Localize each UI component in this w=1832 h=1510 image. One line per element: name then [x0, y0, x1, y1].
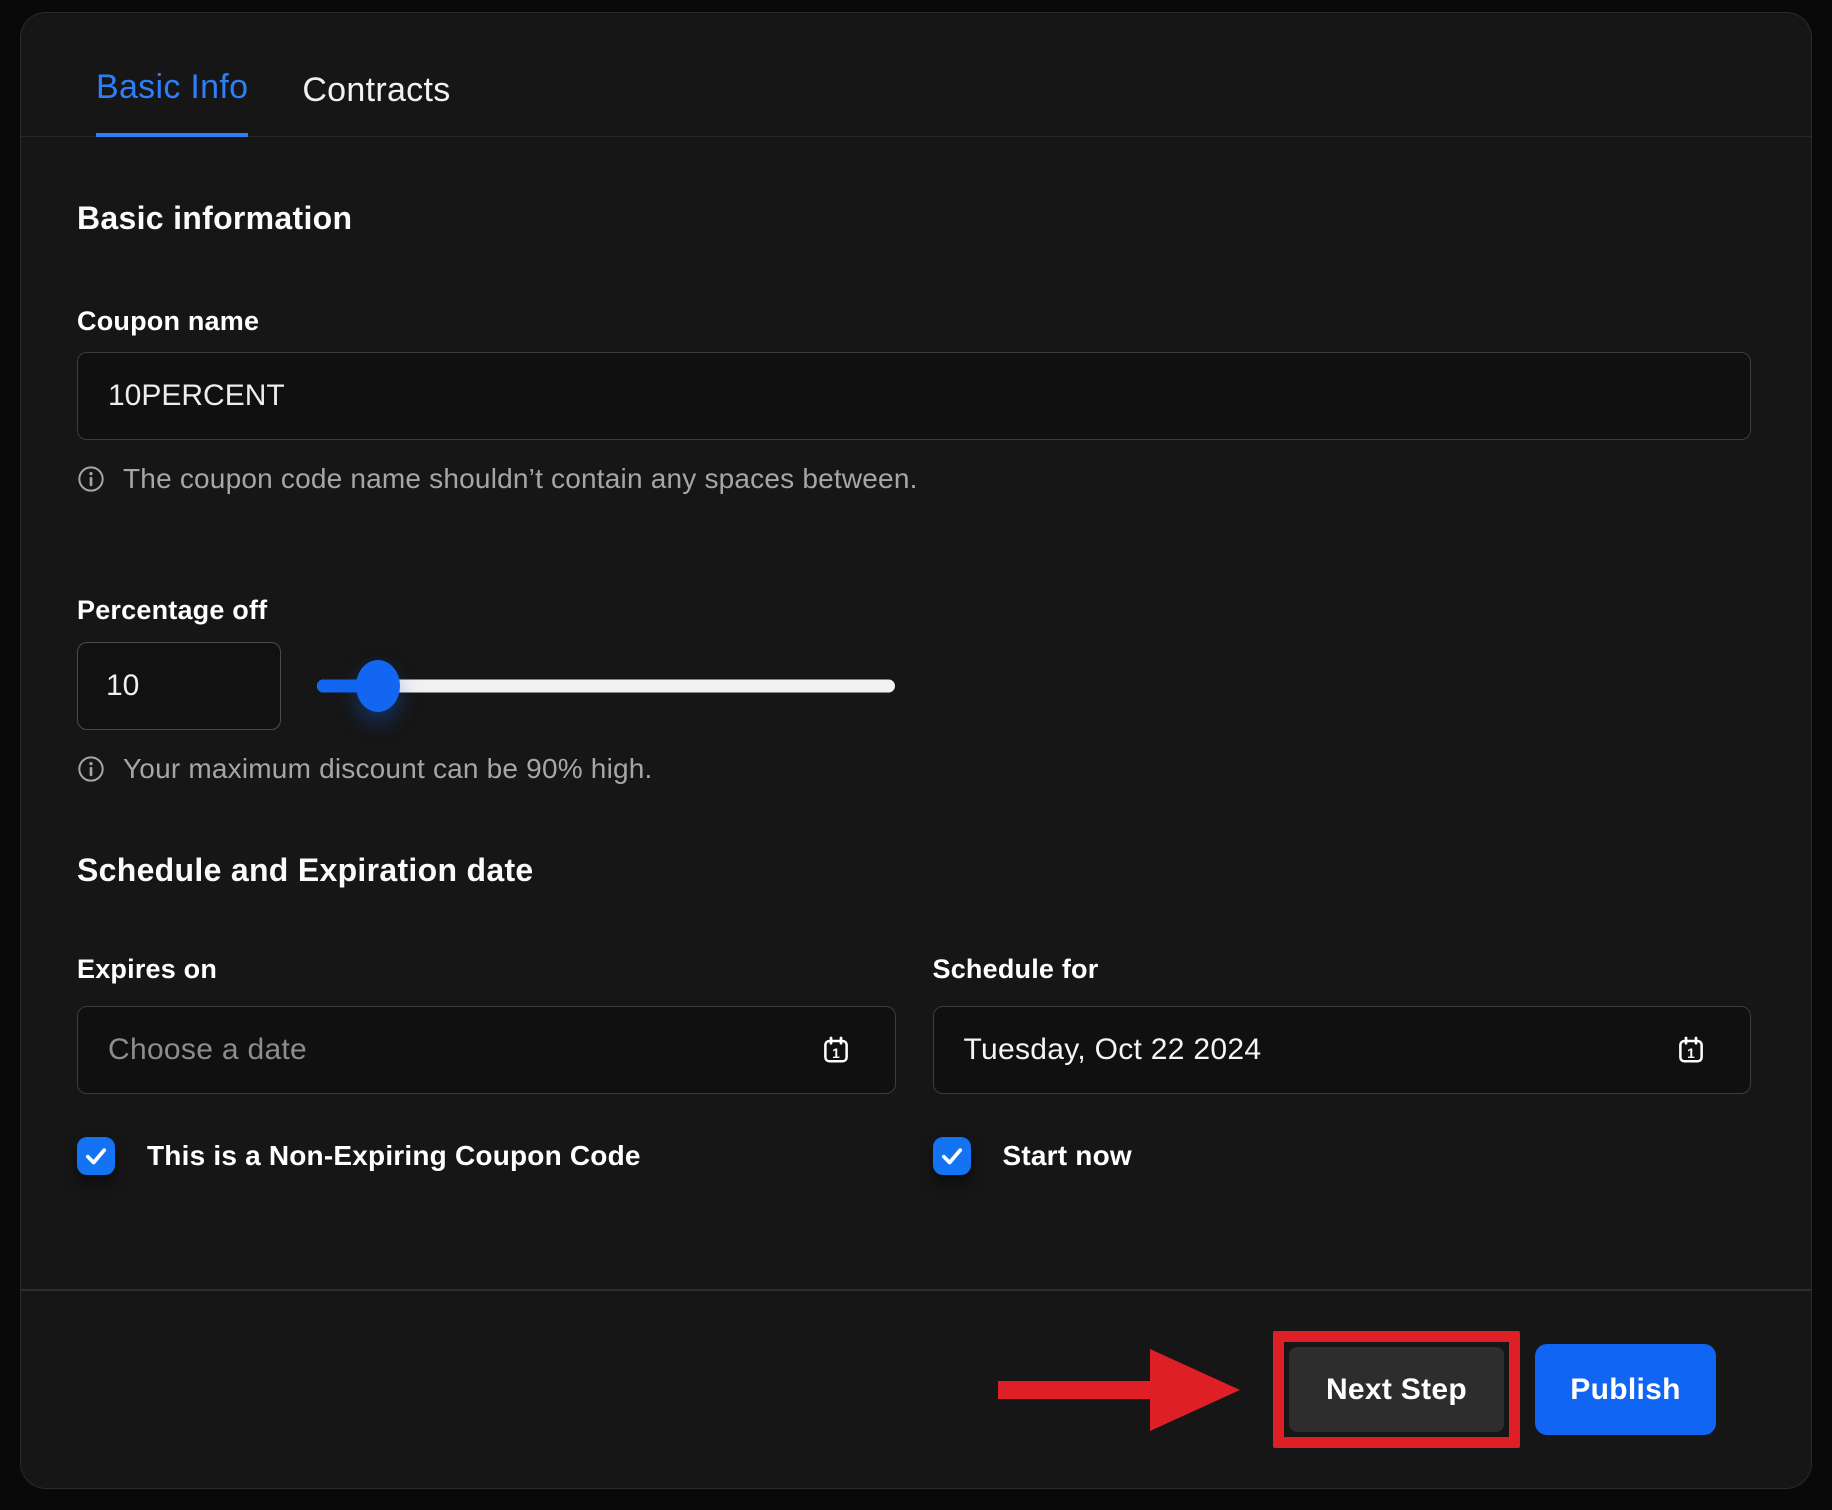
- percentage-help-text: Your maximum discount can be 90% high.: [123, 754, 653, 783]
- info-icon: [77, 755, 105, 783]
- slider-thumb[interactable]: [356, 660, 400, 712]
- non-expiring-checkbox-row: This is a Non-Expiring Coupon Code: [77, 1137, 896, 1175]
- svg-text:1: 1: [832, 1046, 840, 1061]
- non-expiring-checkbox[interactable]: [77, 1137, 115, 1175]
- slider-track[interactable]: [317, 680, 895, 693]
- start-now-checkbox-row: Start now: [933, 1137, 1752, 1175]
- red-highlight-annotation: Next Step: [1273, 1331, 1520, 1448]
- percentage-help-row: Your maximum discount can be 90% high.: [77, 754, 1751, 783]
- percentage-slider[interactable]: [317, 642, 895, 730]
- check-icon: [82, 1142, 110, 1170]
- start-now-checkbox[interactable]: [933, 1137, 971, 1175]
- expires-on-datepicker[interactable]: Choose a date 1: [77, 1006, 896, 1094]
- expires-on-placeholder: Choose a date: [108, 1033, 307, 1067]
- coupon-name-help-text: The coupon code name shouldn’t contain a…: [123, 464, 918, 493]
- percentage-off-label: Percentage off: [77, 595, 1751, 626]
- schedule-for-datepicker[interactable]: Tuesday, Oct 22 2024 1: [933, 1006, 1752, 1094]
- tab-basic-info[interactable]: Basic Info: [96, 68, 248, 137]
- tab-bar: Basic Info Contracts: [21, 13, 1811, 137]
- percentage-off-input[interactable]: [77, 642, 281, 730]
- form-content: Basic information Coupon name The coupon…: [21, 137, 1811, 1179]
- svg-text:1: 1: [1687, 1046, 1695, 1061]
- expires-on-column: Expires on Choose a date 1: [77, 954, 896, 1175]
- check-icon: [938, 1142, 966, 1170]
- expires-on-label: Expires on: [77, 954, 896, 985]
- publish-button[interactable]: Publish: [1535, 1344, 1716, 1435]
- calendar-icon[interactable]: 1: [1676, 1035, 1706, 1065]
- schedule-for-column: Schedule for Tuesday, Oct 22 2024 1: [933, 954, 1752, 1175]
- red-arrow-annotation: [998, 1347, 1240, 1433]
- tab-contracts[interactable]: Contracts: [302, 71, 450, 136]
- coupon-name-input[interactable]: [77, 352, 1751, 440]
- basic-information-title: Basic information: [77, 200, 1751, 236]
- footer-actions: Next Step Publish: [21, 1291, 1811, 1488]
- next-step-button[interactable]: Next Step: [1289, 1347, 1504, 1432]
- start-now-checkbox-label[interactable]: Start now: [1003, 1140, 1132, 1172]
- coupon-name-help-row: The coupon code name shouldn’t contain a…: [77, 464, 1751, 493]
- schedule-grid: Expires on Choose a date 1: [77, 954, 1751, 1175]
- info-icon: [77, 465, 105, 493]
- schedule-section-title: Schedule and Expiration date: [77, 852, 1751, 888]
- non-expiring-checkbox-label[interactable]: This is a Non-Expiring Coupon Code: [147, 1140, 641, 1172]
- schedule-for-value: Tuesday, Oct 22 2024: [964, 1033, 1262, 1067]
- coupon-name-label: Coupon name: [77, 306, 1751, 337]
- schedule-for-label: Schedule for: [933, 954, 1752, 985]
- percentage-off-row: [77, 642, 1751, 730]
- calendar-icon[interactable]: 1: [821, 1035, 851, 1065]
- coupon-form-card: Basic Info Contracts Basic information C…: [20, 12, 1812, 1489]
